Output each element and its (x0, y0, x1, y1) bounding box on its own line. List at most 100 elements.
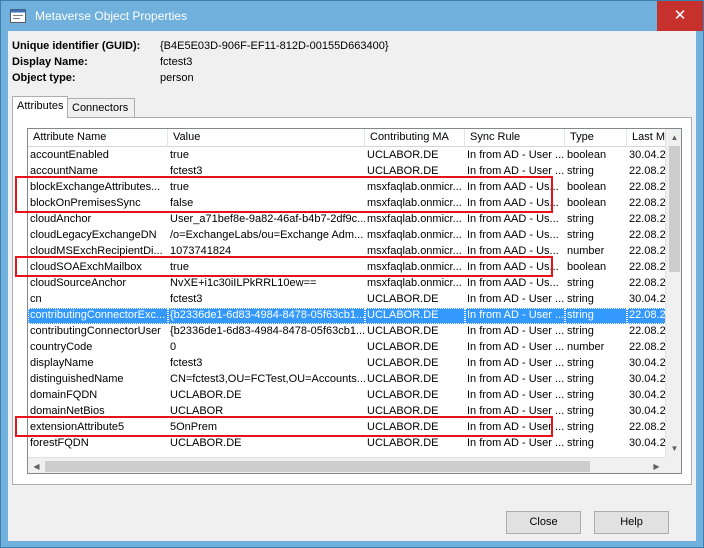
table-cell: UCLABOR.DE (365, 308, 465, 324)
table-cell: In from AD - User ... (467, 421, 565, 433)
table-cell: msxfaqlab.onmicr... (367, 277, 462, 289)
table-row[interactable]: accountName fctest3 UCLABOR.DE In from AD -… (28, 164, 666, 180)
table-cell: accountEnabled (30, 149, 109, 161)
table-row[interactable]: cloudLegacyExchangeDN/o=ExchangeLabs/ou=… (28, 228, 666, 244)
table-row[interactable]: domainFQDN UCLABOR.DE UCLABOR.DE In from AD… (28, 388, 666, 404)
column-header[interactable]: Last Mo (627, 129, 667, 147)
table-cell: boolean (567, 181, 607, 193)
column-header[interactable]: Contributing MA (365, 129, 465, 147)
grid-header: Attribute Name Value Contributing MA Sync R… (28, 129, 667, 147)
column-header[interactable]: Value (168, 129, 365, 147)
table-cell: {b2336de1-6d83-4984-8478-05f63cb1... (170, 325, 365, 337)
table-cell: string (567, 405, 594, 417)
table-row[interactable]: domainNetBios UCLABOR UCLABOR.DE In from AD… (28, 404, 666, 420)
table-row[interactable]: distinguishedName CN=fctest3,OU=FCTest,OU… (28, 372, 666, 388)
tab-connectors[interactable]: Connectors (67, 98, 135, 118)
table-row[interactable]: cloudSourceAnchor NvXE+i1c30iILPkRRL10ew=… (28, 276, 666, 292)
table-row[interactable]: blockExchangeAttributes... true msxfaqlab.… (28, 180, 666, 196)
vertical-scroll-thumb[interactable] (669, 146, 680, 272)
column-header[interactable]: Attribute Name (28, 129, 168, 147)
column-header[interactable]: Sync Rule (465, 129, 565, 147)
dialog-body: Unique identifier (GUID): {B4E5E03D-906F… (8, 31, 696, 541)
table-cell: forestFQDN (30, 437, 89, 449)
table-cell: UCLABOR.DE (170, 437, 242, 449)
dialog-window: Metaverse Object Properties ✕ Unique ide… (0, 0, 704, 548)
attributes-grid[interactable]: Attribute Name Value Contributing MA Sync R… (27, 128, 682, 474)
scroll-corner (665, 457, 681, 473)
close-button[interactable]: Close (506, 511, 581, 534)
table-row[interactable]: cloudAnchor User_a71bef8e-9a82-46af-b4b7-… (28, 212, 666, 228)
table-cell: blockOnPremisesSync (30, 197, 141, 209)
horizontal-scrollbar[interactable]: ◀ ▶ (28, 457, 665, 473)
help-button[interactable]: Help (594, 511, 669, 534)
table-cell: countryCode (30, 341, 93, 353)
table-row[interactable]: blockOnPremisesSync false msxfaqlab.onmicr… (28, 196, 666, 212)
object-type-label: Object type: (12, 72, 76, 84)
table-cell: contributingConnectorExc... (28, 308, 168, 324)
table-cell: cloudLegacyExchangeDN (30, 229, 157, 241)
table-cell: 22.08.2 (629, 277, 666, 289)
table-cell: boolean (567, 261, 607, 273)
table-row[interactable]: extensionAttribute5 5OnPrem UCLABOR.DE In f… (28, 420, 666, 436)
table-cell: UCLABOR.DE (367, 437, 439, 449)
table-cell: UCLABOR (170, 405, 224, 417)
table-cell: 30.04.2 (629, 293, 666, 305)
close-icon[interactable]: ✕ (657, 1, 703, 31)
table-cell: {b2336de1-6d83-4984-8478-05f63cb1... (168, 308, 365, 324)
table-cell: UCLABOR.DE (367, 149, 439, 161)
title-bar[interactable]: Metaverse Object Properties ✕ (1, 1, 703, 31)
scroll-left-icon[interactable]: ◀ (28, 458, 45, 473)
table-cell: 22.08.2 (627, 308, 667, 324)
table-cell: boolean (567, 149, 607, 161)
table-cell: extensionAttribute5 (30, 421, 125, 433)
column-header[interactable]: Type (565, 129, 627, 147)
table-cell: distinguishedName (30, 373, 124, 385)
table-cell: 30.04.2 (629, 437, 666, 449)
table-row[interactable]: countryCode 0 UCLABOR.DE In from AD - User … (28, 340, 666, 356)
scroll-down-icon[interactable]: ▼ (666, 440, 681, 457)
horizontal-scroll-thumb[interactable] (45, 461, 590, 472)
table-cell: UCLABOR.DE (367, 165, 439, 177)
vertical-scrollbar[interactable]: ▲ ▼ (665, 129, 681, 457)
table-cell: msxfaqlab.onmicr... (367, 197, 462, 209)
table-row[interactable]: displayName fctest3 UCLABOR.DE In from AD -… (28, 356, 666, 372)
table-cell: In from AD - User ... (467, 437, 565, 449)
guid-label: Unique identifier (GUID): (12, 40, 141, 52)
table-cell: In from AD - User ... (467, 341, 565, 353)
table-cell: In from AAD - Us... (467, 213, 559, 225)
table-row[interactable]: cloudMSExchRecipientDi... 1073741824 msxfa… (28, 244, 666, 260)
table-row[interactable]: contributingConnectorExc... {b2336de1-6d8… (28, 308, 667, 324)
scroll-right-icon[interactable]: ▶ (648, 458, 665, 473)
table-cell: /o=ExchangeLabs/ou=Exchange Adm... (170, 229, 364, 241)
table-cell: accountName (30, 165, 98, 177)
table-cell: In from AD - User ... (467, 165, 565, 177)
table-cell: 22.08.2 (629, 421, 666, 433)
object-type-value: person (160, 72, 194, 84)
table-cell: number (567, 245, 605, 257)
table-cell: msxfaqlab.onmicr... (367, 245, 462, 257)
table-row[interactable]: cn fctest3 UCLABOR.DE In from AD - User ...… (28, 292, 666, 308)
table-row[interactable]: contributingConnectorUser {b2336de1-6d83-… (28, 324, 666, 340)
table-cell: string (567, 421, 594, 433)
table-row[interactable]: cloudSOAExchMailbox true msxfaqlab.onmicr.… (28, 260, 666, 276)
table-row[interactable]: forestFQDN UCLABOR.DE UCLABOR.DE In from AD… (28, 436, 666, 452)
scroll-up-icon[interactable]: ▲ (666, 129, 681, 146)
attributes-panel: Attribute Name Value Contributing MA Sync R… (12, 117, 692, 485)
table-cell: string (567, 357, 594, 369)
table-row[interactable]: accountEnabled true UCLABOR.DE In from AD -… (28, 148, 666, 164)
table-cell: In from AD - User ... (465, 308, 565, 324)
display-name-value: fctest3 (160, 56, 193, 68)
table-cell: cn (30, 293, 42, 305)
table-cell: string (567, 229, 594, 241)
table-cell: string (567, 293, 594, 305)
table-cell: msxfaqlab.onmicr... (367, 229, 462, 241)
tab-attributes[interactable]: Attributes (12, 96, 68, 118)
table-cell: string (567, 373, 594, 385)
table-cell: msxfaqlab.onmicr... (367, 261, 462, 273)
table-cell: domainNetBios (30, 405, 105, 417)
table-cell: CN=fctest3,OU=FCTest,OU=Accounts... (170, 373, 365, 385)
table-cell: In from AAD - Us... (467, 229, 559, 241)
table-cell: 22.08.2 (629, 229, 666, 241)
table-cell: In from AAD - Us... (467, 245, 559, 257)
table-cell: UCLABOR.DE (170, 389, 242, 401)
